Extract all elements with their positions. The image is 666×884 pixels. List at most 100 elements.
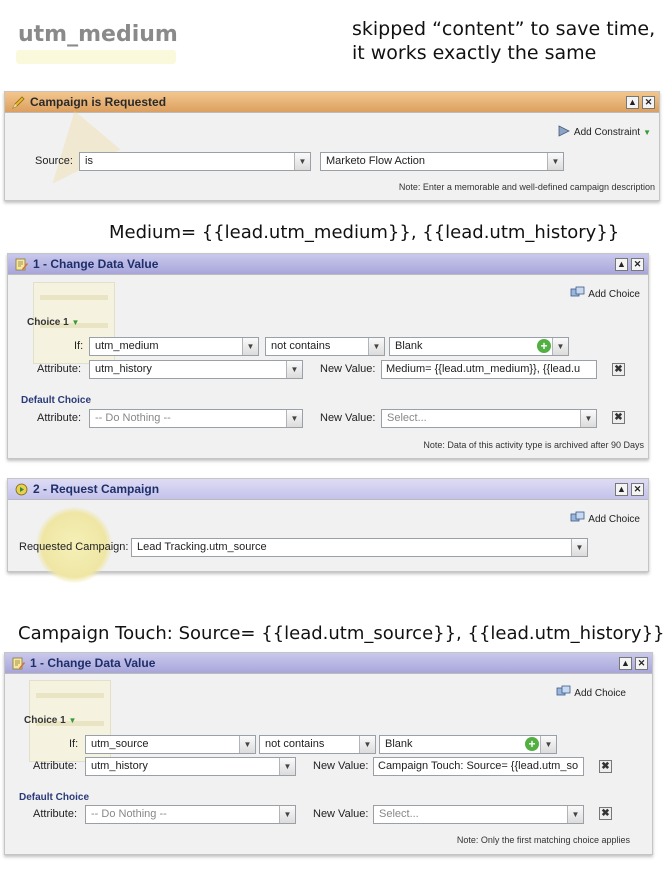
- chevron-down-icon[interactable]: ▼: [279, 806, 295, 823]
- chevron-down-icon[interactable]: ▼: [71, 318, 79, 327]
- flow1-header: 1 - Change Data Value ▲ ✕: [8, 254, 648, 275]
- default-attribute-label: Attribute:: [33, 808, 78, 820]
- touch-caption: Campaign Touch: Source= {{lead.utm_sourc…: [18, 623, 665, 644]
- default-attribute-value: -- Do Nothing --: [95, 412, 171, 424]
- flow3-title: 1 - Change Data Value: [30, 656, 156, 670]
- add-choice-link[interactable]: Add Choice: [570, 511, 640, 527]
- default-new-value-select[interactable]: Select... ▼: [373, 805, 584, 824]
- chevron-down-icon[interactable]: ▼: [68, 716, 76, 725]
- chevron-down-icon[interactable]: ▼: [552, 338, 568, 355]
- trigger-panel: Campaign is Requested ▲ ✕ Add Constraint…: [4, 91, 660, 204]
- close-button[interactable]: ✕: [642, 95, 655, 109]
- attribute-select[interactable]: utm_history ▼: [85, 757, 296, 776]
- remove-choice-button[interactable]: ✖: [612, 363, 625, 376]
- funnel-icon: [557, 124, 571, 141]
- default-attribute-value: -- Do Nothing --: [91, 808, 167, 820]
- remove-default-button[interactable]: ✖: [612, 411, 625, 424]
- chevron-down-icon[interactable]: ▼: [540, 736, 556, 753]
- chevron-down-icon[interactable]: ▼: [239, 736, 255, 753]
- flow3-note: Note: Only the first matching choice app…: [456, 835, 630, 845]
- request-campaign-panel: 2 - Request Campaign ▲ ✕ Add Choice Requ…: [7, 478, 649, 583]
- if-label: If:: [69, 738, 79, 750]
- close-button[interactable]: ✕: [631, 257, 644, 271]
- default-new-value-label: New Value:: [320, 412, 376, 424]
- minimize-button[interactable]: ▲: [626, 95, 639, 109]
- title-highlight: [16, 50, 176, 64]
- attribute-select[interactable]: utm_history ▼: [89, 360, 303, 379]
- add-choice-icon: [570, 511, 585, 527]
- new-value-input[interactable]: Medium= {{lead.utm_medium}}, {{lead.u: [381, 360, 597, 379]
- default-new-value: Select...: [379, 808, 419, 820]
- chevron-down-icon[interactable]: ▼: [286, 410, 302, 427]
- trigger-header: Campaign is Requested ▲ ✕: [5, 92, 659, 113]
- add-choice-link[interactable]: Add Choice: [556, 685, 626, 701]
- trigger-note: Note: Enter a memorable and well-defined…: [398, 182, 655, 192]
- chevron-down-icon[interactable]: ▼: [567, 806, 583, 823]
- add-value-plus-icon[interactable]: +: [525, 737, 539, 751]
- if-field-value: utm_source: [91, 738, 149, 750]
- attribute-label: Attribute:: [37, 363, 82, 375]
- chevron-down-icon[interactable]: ▼: [580, 410, 596, 427]
- minimize-button[interactable]: ▲: [615, 482, 628, 496]
- requested-campaign-select[interactable]: Lead Tracking.utm_source ▼: [131, 538, 588, 557]
- add-choice-icon: [556, 685, 571, 701]
- if-operator-value: not contains: [265, 738, 325, 750]
- if-field-select[interactable]: utm_source ▼: [85, 735, 256, 754]
- new-value-label: New Value:: [313, 760, 369, 772]
- default-attribute-select[interactable]: -- Do Nothing -- ▼: [85, 805, 296, 824]
- add-choice-label: Add Choice: [588, 513, 640, 525]
- default-new-value: Select...: [387, 412, 427, 424]
- close-button[interactable]: ✕: [631, 482, 644, 496]
- add-choice-link[interactable]: Add Choice: [570, 286, 640, 302]
- default-choice-label: Default Choice: [19, 792, 90, 803]
- chevron-down-icon[interactable]: ▼: [286, 361, 302, 378]
- if-label: If:: [74, 340, 84, 352]
- change-data-value-panel-2: 1 - Change Data Value ▲ ✕ Add Choice Cho…: [4, 652, 653, 855]
- chevron-down-icon[interactable]: ▼: [368, 338, 384, 355]
- default-choice-label: Default Choice: [21, 395, 92, 406]
- add-constraint-link[interactable]: Add Constraint ▼: [557, 124, 651, 141]
- edit-document-icon: [14, 257, 28, 271]
- if-field-select[interactable]: utm_medium ▼: [89, 337, 259, 356]
- choice-1-label: Choice 1 ▼: [27, 317, 79, 328]
- if-operator-select[interactable]: not contains ▼: [265, 337, 385, 356]
- minimize-button[interactable]: ▲: [615, 257, 628, 271]
- default-new-value-select[interactable]: Select... ▼: [381, 409, 597, 428]
- attribute-label: Attribute:: [33, 760, 78, 772]
- annotation-note: skipped “content” to save time, it works…: [352, 17, 655, 65]
- chevron-down-icon[interactable]: ▼: [242, 338, 258, 355]
- flow2-header: 2 - Request Campaign ▲ ✕: [8, 479, 648, 500]
- default-new-value-label: New Value:: [313, 808, 369, 820]
- flow1-title: 1 - Change Data Value: [33, 257, 159, 271]
- default-attribute-label: Attribute:: [37, 412, 82, 424]
- default-attribute-select[interactable]: -- Do Nothing -- ▼: [89, 409, 303, 428]
- chevron-down-icon[interactable]: ▼: [279, 758, 295, 775]
- chevron-down-icon[interactable]: ▼: [294, 153, 310, 170]
- close-button[interactable]: ✕: [635, 656, 648, 670]
- attribute-value: utm_history: [95, 363, 152, 375]
- chevron-down-icon[interactable]: ▼: [359, 736, 375, 753]
- remove-choice-button[interactable]: ✖: [599, 760, 612, 773]
- chevron-down-icon[interactable]: ▼: [571, 539, 587, 556]
- source-label: Source:: [35, 155, 73, 167]
- if-value: Blank: [385, 738, 413, 750]
- new-value-label: New Value:: [320, 363, 376, 375]
- add-choice-icon: [570, 286, 585, 302]
- chevron-down-icon[interactable]: ▼: [547, 153, 563, 170]
- annotation-line-1: skipped “content” to save time,: [352, 18, 656, 40]
- add-choice-label: Add Choice: [574, 687, 626, 699]
- flow3-header: 1 - Change Data Value ▲ ✕: [5, 653, 652, 674]
- remove-default-button[interactable]: ✖: [599, 807, 612, 820]
- new-value-input[interactable]: Campaign Touch: Source= {{lead.utm_so: [373, 757, 584, 776]
- if-operator-value: not contains: [271, 340, 331, 352]
- source-value-select[interactable]: Marketo Flow Action ▼: [320, 152, 564, 171]
- minimize-button[interactable]: ▲: [619, 656, 632, 670]
- source-operator-value: is: [85, 155, 93, 167]
- add-value-plus-icon[interactable]: +: [537, 339, 551, 353]
- if-operator-select[interactable]: not contains ▼: [259, 735, 376, 754]
- choice-1-text: Choice 1: [24, 715, 66, 726]
- flow1-note: Note: Data of this activity type is arch…: [423, 440, 644, 450]
- source-operator-select[interactable]: is ▼: [79, 152, 311, 171]
- add-constraint-label: Add Constraint: [573, 127, 641, 138]
- pencil-icon: [11, 95, 25, 109]
